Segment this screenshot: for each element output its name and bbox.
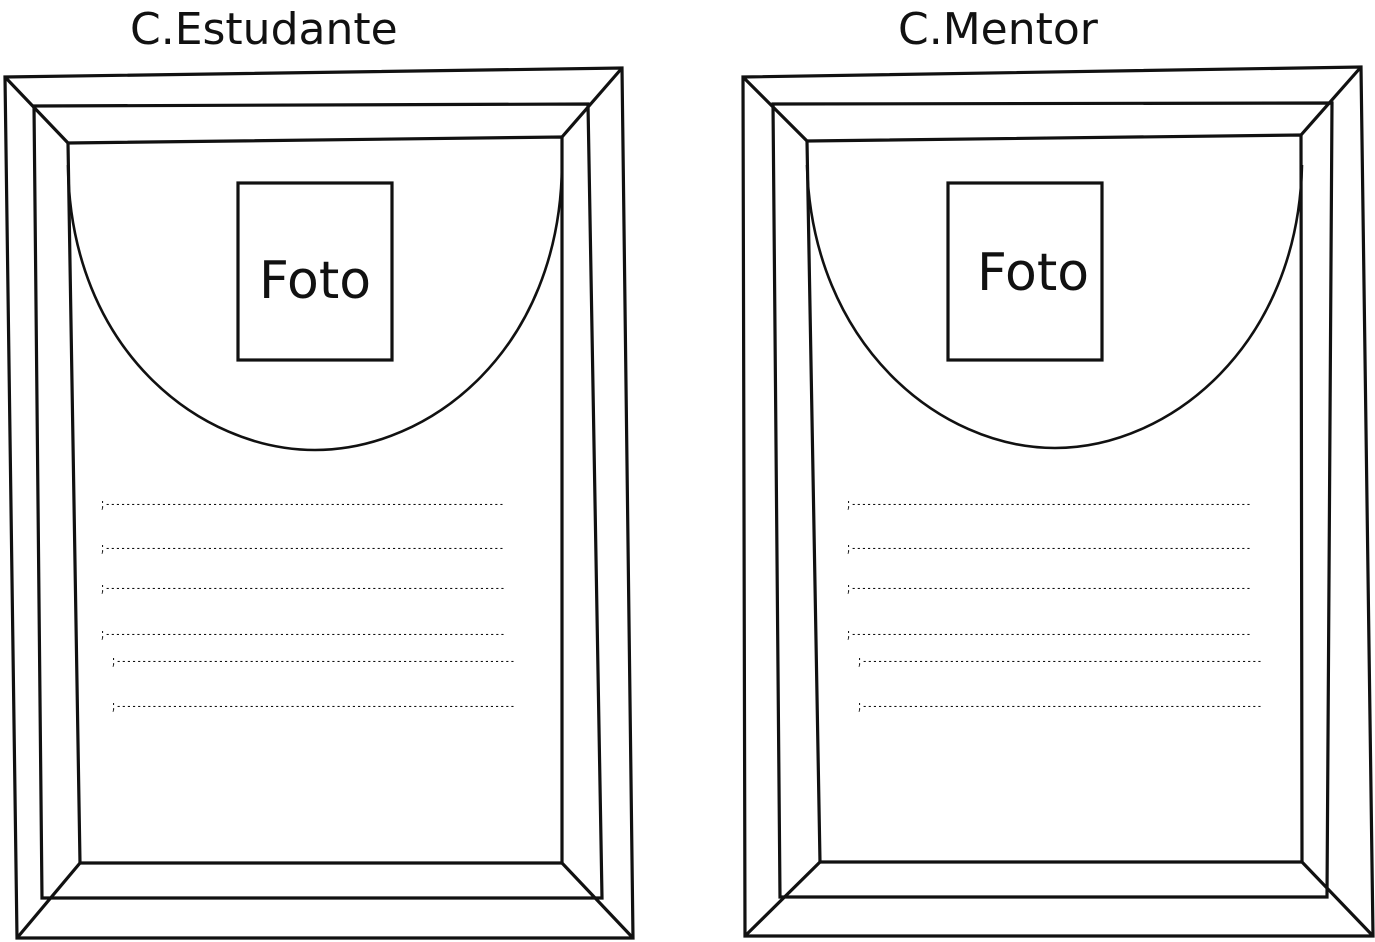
- info-line: ;---------------------------------------…: [111, 654, 515, 669]
- info-line: ;---------------------------------------…: [100, 627, 505, 642]
- card-title-mentor: C.Mentor: [898, 4, 1099, 55]
- card-mentor: C.Mentor Foto ;-------------------------…: [741, 4, 1375, 938]
- info-lines: ;---------------------------------------…: [100, 497, 515, 714]
- info-line: ;---------------------------------------…: [100, 581, 505, 596]
- info-line: ;---------------------------------------…: [100, 497, 504, 512]
- info-line: ;---------------------------------------…: [846, 497, 1251, 512]
- info-line: ;---------------------------------------…: [846, 541, 1251, 556]
- info-line: ;---------------------------------------…: [111, 699, 515, 714]
- info-line: ;---------------------------------------…: [846, 581, 1251, 596]
- card-title-estudante: C.Estudante: [130, 4, 398, 55]
- id-card-sketch: C.Estudante Foto ;----------------------…: [3, 4, 1375, 940]
- info-line: ;---------------------------------------…: [846, 627, 1251, 642]
- card-estudante: C.Estudante Foto ;----------------------…: [3, 4, 635, 940]
- photo-label: Foto: [977, 243, 1089, 303]
- info-line: ;---------------------------------------…: [857, 654, 1262, 669]
- info-line: ;---------------------------------------…: [857, 699, 1262, 714]
- info-line: ;---------------------------------------…: [100, 541, 504, 556]
- photo-label: Foto: [259, 251, 371, 311]
- info-lines: ;---------------------------------------…: [846, 497, 1262, 714]
